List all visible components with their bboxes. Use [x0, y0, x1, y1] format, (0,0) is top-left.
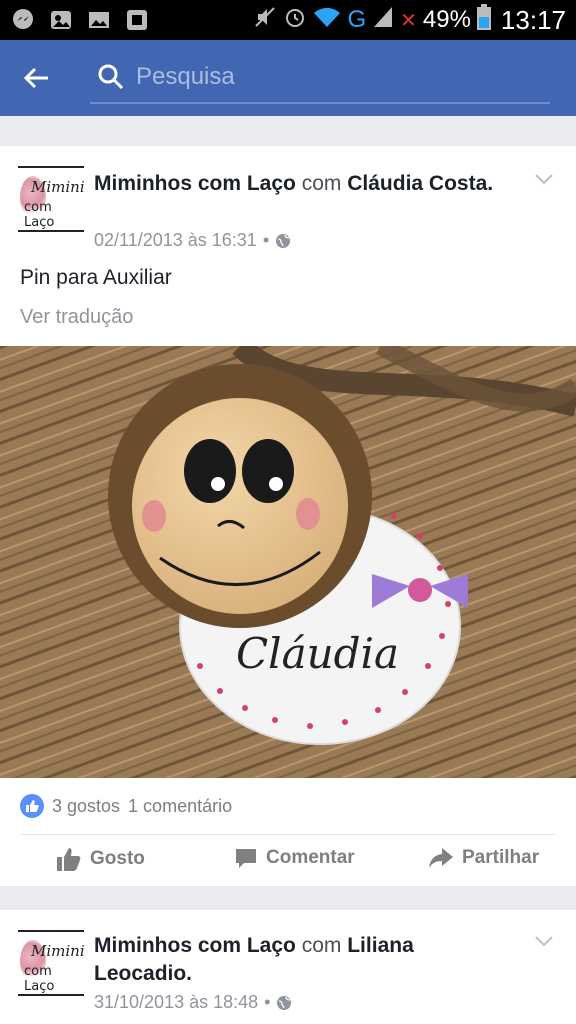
- battery-percent: 49%: [422, 6, 471, 33]
- signal-icon: [372, 5, 394, 36]
- feed-post: Mimini com Laço Miminhos com Laço com Cl…: [0, 146, 576, 886]
- tagged-person-link[interactable]: Cláudia Costa.: [347, 172, 493, 195]
- battery-icon: [476, 3, 491, 37]
- gallery-icon: [48, 8, 74, 32]
- post-timestamp[interactable]: 02/11/2013 às 16:31: [94, 230, 257, 251]
- avatar-logo-text: Mimini: [31, 942, 84, 960]
- feed-post: Mimini com Laço Miminhos com Laço com Li…: [0, 910, 576, 1024]
- post-timestamp[interactable]: 31/10/2013 às 18:48: [94, 992, 258, 1013]
- meta-separator: •: [262, 230, 270, 250]
- alarm-icon: [283, 5, 307, 36]
- search-bar[interactable]: [90, 52, 550, 104]
- post-photo[interactable]: Cláudia: [0, 346, 576, 778]
- with-word: com: [301, 172, 342, 195]
- clock: 13:17: [500, 4, 566, 35]
- comments-count[interactable]: 1 comentário: [128, 796, 232, 817]
- post-text: Pin para Auxiliar: [20, 266, 172, 289]
- back-button[interactable]: [0, 40, 72, 116]
- globe-icon: [276, 233, 291, 248]
- back-arrow-icon: [23, 67, 48, 89]
- messenger-icon: [10, 8, 36, 32]
- post-meta: 02/11/2013 às 16:31 •: [94, 230, 291, 251]
- search-icon: [98, 64, 124, 90]
- globe-icon: [277, 995, 292, 1010]
- like-button[interactable]: Gosto: [56, 846, 145, 872]
- page-name-link[interactable]: Miminhos com Laço: [94, 934, 296, 957]
- search-input[interactable]: [136, 63, 536, 91]
- with-word: com: [301, 934, 342, 957]
- post-meta: 31/10/2013 às 18:48 •: [94, 992, 292, 1013]
- comment-button[interactable]: Comentar: [234, 846, 355, 870]
- reaction-summary[interactable]: 3 gostos 1 comentário: [20, 794, 232, 818]
- avatar-logo-subtext: com Laço: [24, 964, 55, 994]
- page-name-link[interactable]: Miminhos com Laço: [94, 172, 296, 195]
- doll-pin-photo: Cláudia: [0, 346, 576, 778]
- chevron-down-icon[interactable]: [534, 172, 554, 186]
- meta-separator: •: [264, 992, 271, 1012]
- see-translation-link[interactable]: Ver tradução: [20, 306, 133, 329]
- page-avatar[interactable]: Mimini com Laço: [18, 166, 84, 232]
- comment-icon: [236, 849, 256, 868]
- share-arrow-icon: [429, 848, 453, 868]
- mute-icon: [253, 5, 277, 36]
- post-header: Miminhos com Laço com Liliana Leocadio.: [94, 932, 514, 988]
- wifi-icon: [313, 5, 341, 36]
- likes-count[interactable]: 3 gostos: [52, 796, 120, 817]
- comment-label: Comentar: [266, 847, 355, 868]
- like-label: Gosto: [90, 848, 145, 869]
- post-header: Miminhos com Laço com Cláudia Costa.: [94, 170, 514, 198]
- status-bar: G ✕ 49% 13:17: [0, 0, 576, 40]
- image-icon: [86, 8, 112, 32]
- avatar-logo-text: Mimini: [31, 178, 84, 196]
- app-icon: [124, 8, 150, 32]
- share-label: Partilhar: [462, 847, 540, 868]
- like-badge-icon: [20, 794, 44, 818]
- network-type: G: [347, 6, 367, 33]
- chevron-down-icon[interactable]: [534, 934, 554, 948]
- thumbs-up-icon: [57, 848, 81, 871]
- photo-name-caption: Cláudia: [236, 629, 399, 678]
- no-sim-icon: ✕: [400, 9, 417, 32]
- search-header: [0, 40, 576, 116]
- share-button[interactable]: Partilhar: [428, 846, 539, 870]
- avatar-logo-subtext: com Laço: [24, 200, 55, 230]
- page-avatar[interactable]: Mimini com Laço: [18, 930, 84, 996]
- divider: [20, 834, 556, 835]
- post-actions: Gosto Comentar Partilhar: [0, 840, 576, 880]
